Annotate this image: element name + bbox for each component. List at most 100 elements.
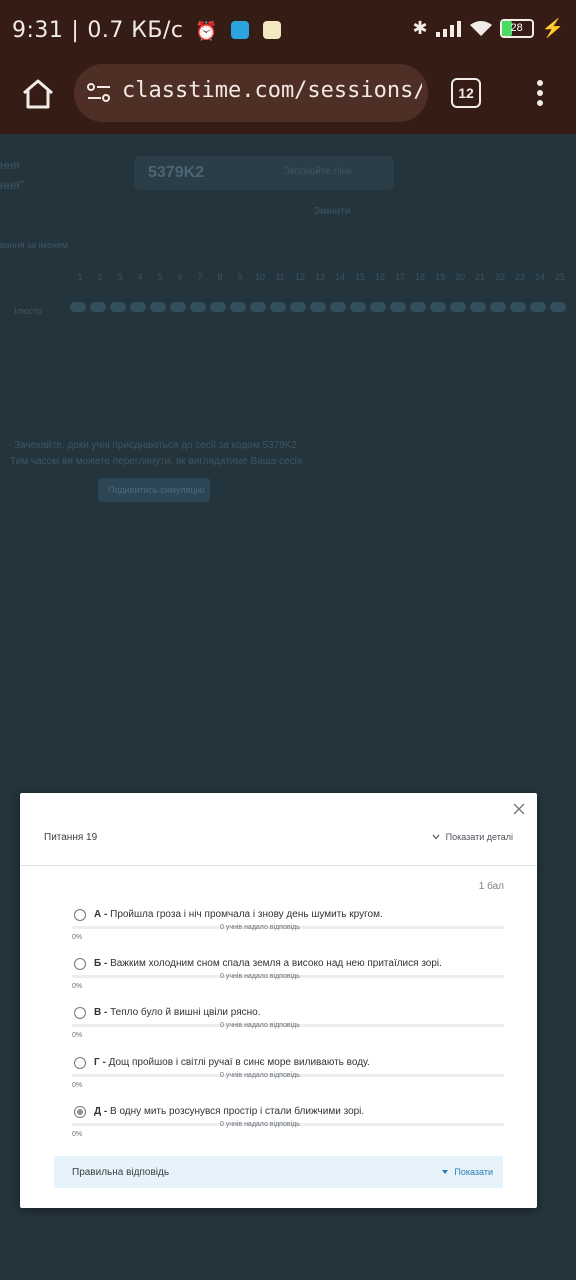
question-number: 5 (157, 272, 163, 282)
radio-button[interactable] (74, 1007, 86, 1019)
question-number: 9 (237, 272, 243, 282)
session-code-box: 5379K2 Зкопіюйте лінк (134, 156, 394, 190)
answer-option[interactable]: А - Пройшла гроза і ніч промчала і знову… (72, 899, 504, 943)
answer-option[interactable]: В - Тепло було й вишні цвіли рясно. 0 учн… (72, 997, 504, 1041)
browser-toolbar: classtime.com/sessions/5379K 12 (0, 64, 576, 134)
more-menu-icon[interactable] (532, 76, 548, 110)
option-text: А - Пройшла гроза і ніч промчала і знову… (94, 909, 383, 920)
show-details-toggle[interactable]: Показати деталі (432, 832, 513, 842)
option-sentence: Важким холодним сном спала земля а висок… (110, 958, 442, 969)
answer-dot (430, 302, 446, 312)
change-link: Змінити (314, 206, 351, 217)
page-title-fragment: ння (0, 158, 20, 172)
answer-option[interactable]: Г - Дощ пройшов і світлі ручаї в синє мо… (72, 1047, 504, 1091)
bluetooth-icon: ✱ (412, 18, 428, 38)
question-number: 21 (474, 272, 485, 282)
show-correct-answer-toggle[interactable]: Показати (442, 1167, 493, 1177)
response-count: 0 учнів надало відповідь (220, 1072, 300, 1079)
question-number: 20 (454, 272, 465, 282)
question-number: 25 (554, 272, 565, 282)
answer-dot (210, 302, 226, 312)
option-text: Б - Важким холодним сном спала земля а в… (94, 958, 442, 969)
question-number: 4 (137, 272, 143, 282)
chevron-down-icon (432, 834, 440, 840)
question-number: 17 (394, 272, 405, 282)
option-sentence: В одну мить розсунувся простір і стали б… (110, 1106, 365, 1117)
clock: 9:31 (12, 18, 64, 43)
question-number: 8 (217, 272, 223, 282)
waiting-info-line-2: Тим часом ви можете переглянути, як вигл… (10, 456, 303, 467)
copy-link: Зкопіюйте лінк (284, 166, 352, 177)
answer-dot (510, 302, 526, 312)
answer-dot (250, 302, 266, 312)
modal-header: Питання 19 Показати деталі (20, 793, 537, 866)
response-count: 0 учнів надало відповідь (220, 1022, 300, 1029)
radio-button[interactable] (74, 1057, 86, 1069)
option-text: Г - Дощ пройшов і світлі ручаї в синє мо… (94, 1057, 370, 1068)
telegram-icon (231, 21, 250, 39)
answer-dot (170, 302, 186, 312)
response-percent: 0% (72, 1032, 83, 1039)
response-percent: 0% (72, 1131, 83, 1138)
option-sentence: Тепло було й вишні цвіли рясно. (110, 1007, 261, 1018)
charging-icon: ⚡ (541, 18, 564, 38)
question-modal: Питання 19 Показати деталі 1 бал А - Про… (20, 793, 537, 1208)
answer-dot (370, 302, 386, 312)
correct-answer-label: Правильна відповідь (72, 1167, 170, 1178)
answer-dot (90, 302, 106, 312)
option-letter: А - (94, 909, 108, 920)
signal-icon (435, 20, 461, 37)
question-number-row: 1 2 3 4 5 6 7 8 9 10 11 12 13 14 15 16 17 18 19 20 21 22 23 24 2… (70, 272, 570, 282)
answer-dot (110, 302, 126, 312)
alarm-icon: ⏰ (195, 21, 218, 42)
tabs-count-button[interactable]: 12 (451, 78, 481, 108)
option-sentence: Дощ пройшов і світлі ручаї в синє море в… (108, 1057, 370, 1068)
radio-button[interactable] (74, 958, 86, 970)
question-number: 19 (434, 272, 445, 282)
answer-dot (410, 302, 426, 312)
simulate-button: Подивитись симуляцію (98, 478, 210, 502)
address-bar[interactable]: classtime.com/sessions/5379K (74, 64, 428, 122)
student-row-label: Ілюстр (14, 306, 43, 316)
correct-answer-panel[interactable]: Правильна відповідь Показати (54, 1156, 503, 1188)
question-number: 7 (197, 272, 203, 282)
answer-dot (230, 302, 246, 312)
answer-dot (310, 302, 326, 312)
status-left: 9:31 | 0.7 КБ/с ⏰ (12, 18, 281, 43)
question-number: 2 (97, 272, 103, 282)
question-number: 13 (314, 272, 325, 282)
question-number: 11 (275, 272, 285, 282)
net-speed: 0.7 КБ/с (87, 18, 184, 43)
answer-dot (470, 302, 486, 312)
answer-option[interactable]: Б - Важким холодним сном спала земля а в… (72, 948, 504, 992)
option-sentence: Пройшла гроза і ніч промчала і знову ден… (110, 909, 383, 920)
response-percent: 0% (72, 983, 83, 990)
answer-dot (450, 302, 466, 312)
question-number: 3 (117, 272, 123, 282)
answer-dots-row (70, 302, 570, 312)
site-settings-icon[interactable] (86, 80, 112, 106)
status-bar: 9:31 | 0.7 КБ/с ⏰ ✱ 28 ⚡ (0, 0, 576, 64)
option-letter: В - (94, 1007, 108, 1018)
response-count: 0 учнів надало відповідь (220, 973, 300, 980)
radio-button[interactable] (74, 909, 86, 921)
question-number: 1 (77, 272, 83, 282)
home-icon[interactable] (20, 76, 56, 112)
answer-dot (150, 302, 166, 312)
radio-button[interactable] (74, 1106, 86, 1118)
close-icon[interactable] (513, 803, 525, 815)
response-percent: 0% (72, 1082, 83, 1089)
answer-dot (530, 302, 546, 312)
answer-option[interactable]: Д - В одну мить розсунувся простір і ста… (72, 1096, 504, 1140)
question-number: 15 (354, 272, 365, 282)
page-title-fragment-2: ння" (0, 178, 25, 192)
question-number: 12 (294, 272, 305, 282)
response-count: 0 учнів надало відповідь (220, 1121, 300, 1128)
option-text: Д - В одну мить розсунувся простір і ста… (94, 1106, 364, 1117)
question-number: 22 (494, 272, 505, 282)
question-number: 6 (177, 272, 183, 282)
waiting-info-line-1: Зачекайте, доки учні приєднаються до сес… (14, 440, 297, 451)
option-letter: Г - (94, 1057, 106, 1068)
answer-dot (490, 302, 506, 312)
question-number: 14 (334, 272, 345, 282)
